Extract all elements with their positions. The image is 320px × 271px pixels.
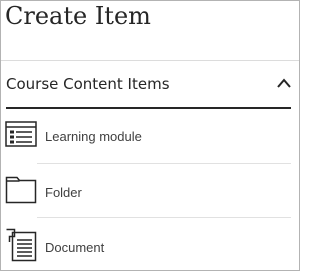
document-item[interactable]: Document [1, 219, 299, 269]
learning-module-label: Learning module [45, 129, 142, 144]
section-underline [6, 107, 291, 109]
create-item-panel: Create Item Course Content Items Learnin… [0, 0, 300, 271]
folder-label: Folder [45, 185, 82, 200]
folder-icon [5, 176, 37, 204]
learning-module-icon [5, 121, 37, 147]
document-label: Document [45, 240, 105, 255]
course-content-items-section-toggle[interactable]: Course Content Items [1, 61, 299, 109]
section-title: Course Content Items [6, 75, 170, 93]
item-divider [37, 217, 291, 218]
item-divider [37, 163, 291, 164]
page-title: Create Item [5, 2, 151, 30]
learning-module-item[interactable]: Learning module [1, 112, 299, 162]
chevron-up-icon [277, 78, 291, 88]
folder-item[interactable]: Folder [1, 165, 299, 215]
document-icon [6, 228, 37, 262]
